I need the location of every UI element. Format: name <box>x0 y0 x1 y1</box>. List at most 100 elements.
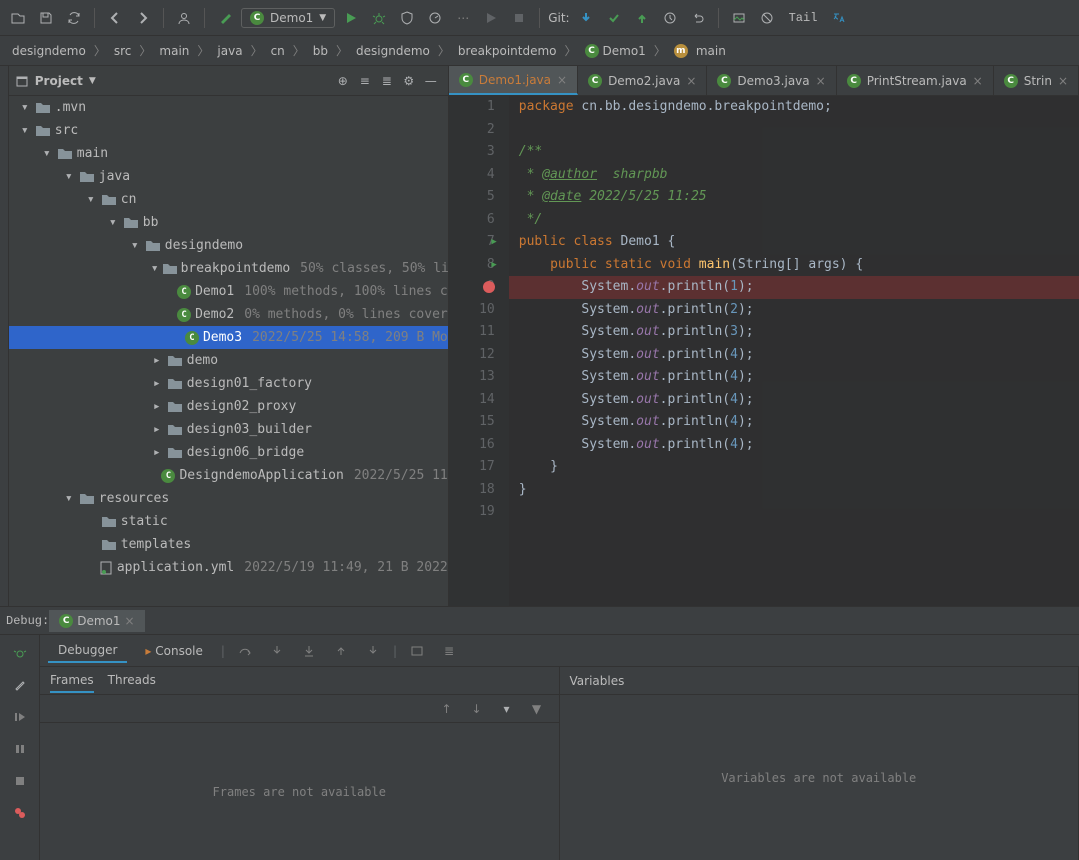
editor-tab[interactable]: CStrin× <box>994 66 1079 95</box>
tree-row[interactable]: CDesigndemoApplication2022/5/25 11 <box>9 464 448 487</box>
breadcrumb-item[interactable]: java <box>211 42 248 60</box>
gutter-line[interactable]: 15 <box>449 411 495 434</box>
view-breakpoints-icon[interactable] <box>8 801 32 825</box>
run-configuration-selector[interactable]: C Demo1 ▼ <box>241 8 335 28</box>
tree-row[interactable]: application.yml2022/5/19 11:49, 21 B 202… <box>9 556 448 579</box>
gutter-line[interactable]: 18 <box>449 479 495 502</box>
gutter-line[interactable]: 16 <box>449 434 495 457</box>
code-line[interactable]: System.out.println(2); <box>509 299 1079 322</box>
editor-tab[interactable]: CDemo1.java× <box>449 66 578 95</box>
gutter-line[interactable]: 10 <box>449 299 495 322</box>
expand-all-icon[interactable]: ≡ <box>354 70 376 92</box>
stop-debug-icon[interactable] <box>8 769 32 793</box>
run-to-cursor-icon[interactable] <box>361 639 385 663</box>
user-icon[interactable] <box>172 6 196 30</box>
step-over-icon[interactable] <box>233 639 257 663</box>
close-icon[interactable]: × <box>1058 74 1068 88</box>
tree-chevron-icon[interactable]: ▾ <box>63 491 75 506</box>
tree-row[interactable]: ▸design03_builder <box>9 418 448 441</box>
run-marker-icon[interactable]: ▶ <box>491 254 496 277</box>
frame-menu-icon[interactable]: ▼ <box>525 697 549 721</box>
tree-row[interactable]: static <box>9 510 448 533</box>
tree-chevron-icon[interactable]: ▸ <box>151 445 163 460</box>
breadcrumb-item[interactable]: bb <box>307 42 334 60</box>
breakpoint-icon[interactable] <box>483 281 495 293</box>
tree-row[interactable]: ▸demo <box>9 349 448 372</box>
collapse-all-icon[interactable]: ≣ <box>376 70 398 92</box>
debug-session-tab[interactable]: C Demo1 × <box>49 610 144 632</box>
tree-chevron-icon[interactable]: ▾ <box>63 169 75 184</box>
breadcrumb-item[interactable]: main <box>153 42 195 60</box>
editor-gutter[interactable]: 1234567▶8▶910111213141516171819 <box>449 96 509 606</box>
tree-row[interactable]: ▾designdemo <box>9 234 448 257</box>
no-icon[interactable] <box>755 6 779 30</box>
tree-chevron-icon[interactable]: ▾ <box>151 261 159 276</box>
run-marker-icon[interactable]: ▶ <box>491 231 496 254</box>
hammer-icon[interactable] <box>213 6 237 30</box>
code-line[interactable] <box>509 119 1079 142</box>
gutter-line[interactable]: 5 <box>449 186 495 209</box>
step-out-icon[interactable] <box>329 639 353 663</box>
breadcrumb-item[interactable]: CDemo1 <box>579 42 652 60</box>
git-rollback-icon[interactable] <box>686 6 710 30</box>
editor-code[interactable]: package cn.bb.designdemo.breakpointdemo;… <box>509 96 1079 606</box>
code-line[interactable]: System.out.println(4); <box>509 411 1079 434</box>
tree-row[interactable]: CDemo1100% methods, 100% lines c <box>9 280 448 303</box>
profile-icon[interactable] <box>423 6 447 30</box>
frames-subtab[interactable]: Frames <box>50 669 94 693</box>
code-line[interactable]: /** <box>509 141 1079 164</box>
breadcrumb-item[interactable]: designdemo <box>6 42 92 60</box>
tree-row[interactable]: templates <box>9 533 448 556</box>
git-commit-icon[interactable] <box>602 6 626 30</box>
code-line[interactable]: System.out.println(4); <box>509 434 1079 457</box>
gutter-line[interactable]: 2 <box>449 119 495 142</box>
tree-row[interactable]: ▾bb <box>9 211 448 234</box>
gear-icon[interactable]: ⚙ <box>398 70 420 92</box>
breadcrumb-item[interactable]: designdemo <box>350 42 436 60</box>
step-into-icon[interactable] <box>265 639 289 663</box>
tree-row[interactable]: ▾breakpointdemo50% classes, 50% li <box>9 257 448 280</box>
gutter-line[interactable]: 19 <box>449 501 495 524</box>
gutter-line[interactable]: 17 <box>449 456 495 479</box>
code-line[interactable]: * @date 2022/5/25 11:25 <box>509 186 1079 209</box>
tree-row[interactable]: ▾resources <box>9 487 448 510</box>
translate-icon[interactable] <box>827 6 851 30</box>
prev-frame-icon[interactable]: ↑ <box>435 697 459 721</box>
tree-chevron-icon[interactable]: ▸ <box>151 422 163 437</box>
code-line[interactable]: System.out.println(4); <box>509 389 1079 412</box>
tree-chevron-icon[interactable]: ▸ <box>151 399 163 414</box>
rerun-icon[interactable] <box>8 641 32 665</box>
open-icon[interactable] <box>6 6 30 30</box>
tree-row[interactable]: ▾cn <box>9 188 448 211</box>
gutter-line[interactable]: 14 <box>449 389 495 412</box>
git-pull-icon[interactable] <box>574 6 598 30</box>
debugger-tab[interactable]: Debugger <box>48 639 127 663</box>
close-icon[interactable]: × <box>686 74 696 88</box>
tree-chevron-icon[interactable]: ▾ <box>85 192 97 207</box>
tree-row[interactable]: ▸design01_factory <box>9 372 448 395</box>
filter-icon[interactable]: ▾ <box>495 697 519 721</box>
image-icon[interactable] <box>727 6 751 30</box>
tree-chevron-icon[interactable]: ▾ <box>19 123 31 138</box>
breadcrumb-item[interactable]: cn <box>265 42 291 60</box>
code-line[interactable]: } <box>509 456 1079 479</box>
tree-chevron-icon[interactable]: ▾ <box>129 238 141 253</box>
sync-icon[interactable] <box>62 6 86 30</box>
modify-config-icon[interactable] <box>8 673 32 697</box>
force-step-into-icon[interactable] <box>297 639 321 663</box>
project-tree[interactable]: ▾.mvn▾src▾main▾java▾cn▾bb▾designdemo▾bre… <box>9 96 448 606</box>
tree-chevron-icon[interactable]: ▾ <box>41 146 53 161</box>
select-opened-icon[interactable]: ⊕ <box>332 70 354 92</box>
code-line[interactable]: package cn.bb.designdemo.breakpointdemo; <box>509 96 1079 119</box>
tree-row[interactable]: ▾main <box>9 142 448 165</box>
breadcrumb-item[interactable]: breakpointdemo <box>452 42 563 60</box>
code-line[interactable]: System.out.println(3); <box>509 321 1079 344</box>
resume-icon[interactable] <box>8 705 32 729</box>
code-line[interactable]: public class Demo1 { <box>509 231 1079 254</box>
gutter-line[interactable]: 11 <box>449 321 495 344</box>
tree-row[interactable]: CDemo20% methods, 0% lines cover <box>9 303 448 326</box>
project-title[interactable]: Project ▼ <box>15 74 96 88</box>
gutter-line[interactable]: 8▶ <box>449 254 495 277</box>
forward-icon[interactable] <box>131 6 155 30</box>
gutter-line[interactable]: 3 <box>449 141 495 164</box>
